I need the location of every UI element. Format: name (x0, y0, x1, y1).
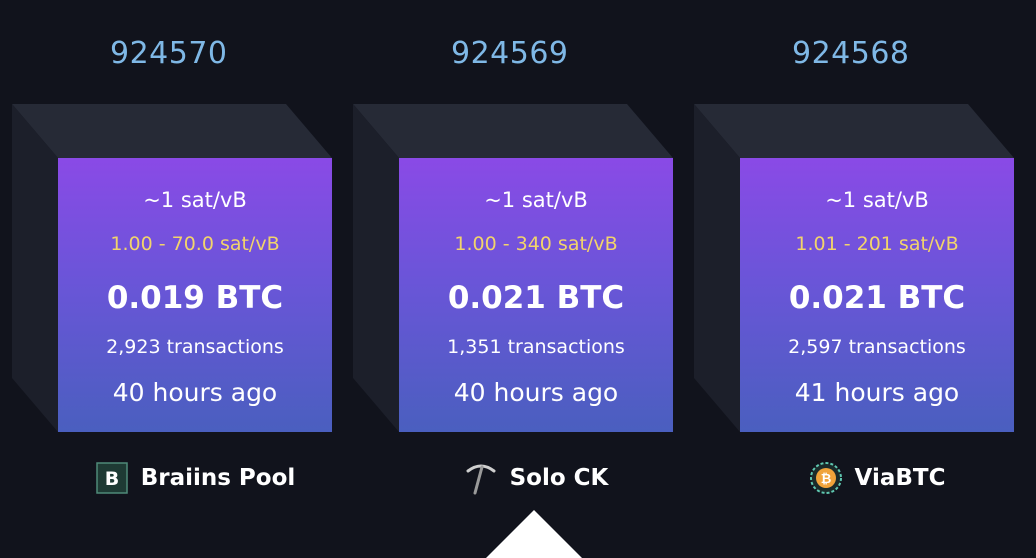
block-reward: 0.021 BTC (447, 280, 625, 316)
median-fee: ~1 sat/vB (825, 188, 929, 212)
transaction-count: 2,923 transactions (106, 336, 284, 358)
block-column: 924569 ~1 sat/vB 1.00 - 340 sat/vB 0.021… (353, 0, 673, 558)
block-column: 924570 ~1 sat/vB 1.00 - 70.0 sat/vB 0.01… (12, 0, 332, 558)
miner-pool-link[interactable]: B Braiins Pool (58, 458, 332, 498)
median-fee: ~1 sat/vB (143, 188, 247, 212)
viabtc-logo-symbol: ₿ (820, 472, 831, 487)
miner-pool-link[interactable]: ₿ ViaBTC (740, 458, 1014, 498)
fee-range: 1.00 - 70.0 sat/vB (110, 233, 280, 255)
block-cube[interactable]: ~1 sat/vB 1.00 - 340 sat/vB 0.021 BTC 1,… (353, 104, 673, 432)
braiins-logo-letter: B (104, 468, 118, 490)
transaction-count: 2,597 transactions (788, 336, 966, 358)
median-fee: ~1 sat/vB (484, 188, 588, 212)
block-face: ~1 sat/vB 1.00 - 70.0 sat/vB 0.019 BTC 2… (58, 158, 332, 432)
transaction-count: 1,351 transactions (447, 336, 625, 358)
miner-name: Braiins Pool (140, 465, 296, 491)
block-reward: 0.021 BTC (788, 280, 966, 316)
blockchain-blocks-view: 924570 ~1 sat/vB 1.00 - 70.0 sat/vB 0.01… (0, 0, 1036, 558)
block-height-link[interactable]: 924568 (792, 36, 910, 71)
viabtc-logo-icon: ₿ (809, 461, 843, 495)
block-time-ago: 40 hours ago (112, 378, 278, 407)
miner-name: ViaBTC (854, 465, 946, 491)
block-face: ~1 sat/vB 1.00 - 340 sat/vB 0.021 BTC 1,… (399, 158, 673, 432)
braiins-logo-icon: B (95, 461, 129, 495)
pickaxe-icon (464, 461, 498, 495)
selected-block-arrow-icon (486, 510, 582, 558)
miner-pool-link[interactable]: Solo CK (399, 458, 673, 498)
block-height-link[interactable]: 924569 (451, 36, 569, 71)
block-height-link[interactable]: 924570 (110, 36, 228, 71)
block-cube[interactable]: ~1 sat/vB 1.01 - 201 sat/vB 0.021 BTC 2,… (694, 104, 1014, 432)
block-cube[interactable]: ~1 sat/vB 1.00 - 70.0 sat/vB 0.019 BTC 2… (12, 104, 332, 432)
block-time-ago: 40 hours ago (453, 378, 619, 407)
block-column: 924568 ~1 sat/vB 1.01 - 201 sat/vB 0.021… (694, 0, 1014, 558)
block-face: ~1 sat/vB 1.01 - 201 sat/vB 0.021 BTC 2,… (740, 158, 1014, 432)
block-time-ago: 41 hours ago (794, 378, 960, 407)
fee-range: 1.00 - 340 sat/vB (454, 233, 618, 255)
block-reward: 0.019 BTC (106, 280, 284, 316)
fee-range: 1.01 - 201 sat/vB (795, 233, 959, 255)
miner-name: Solo CK (509, 465, 609, 491)
